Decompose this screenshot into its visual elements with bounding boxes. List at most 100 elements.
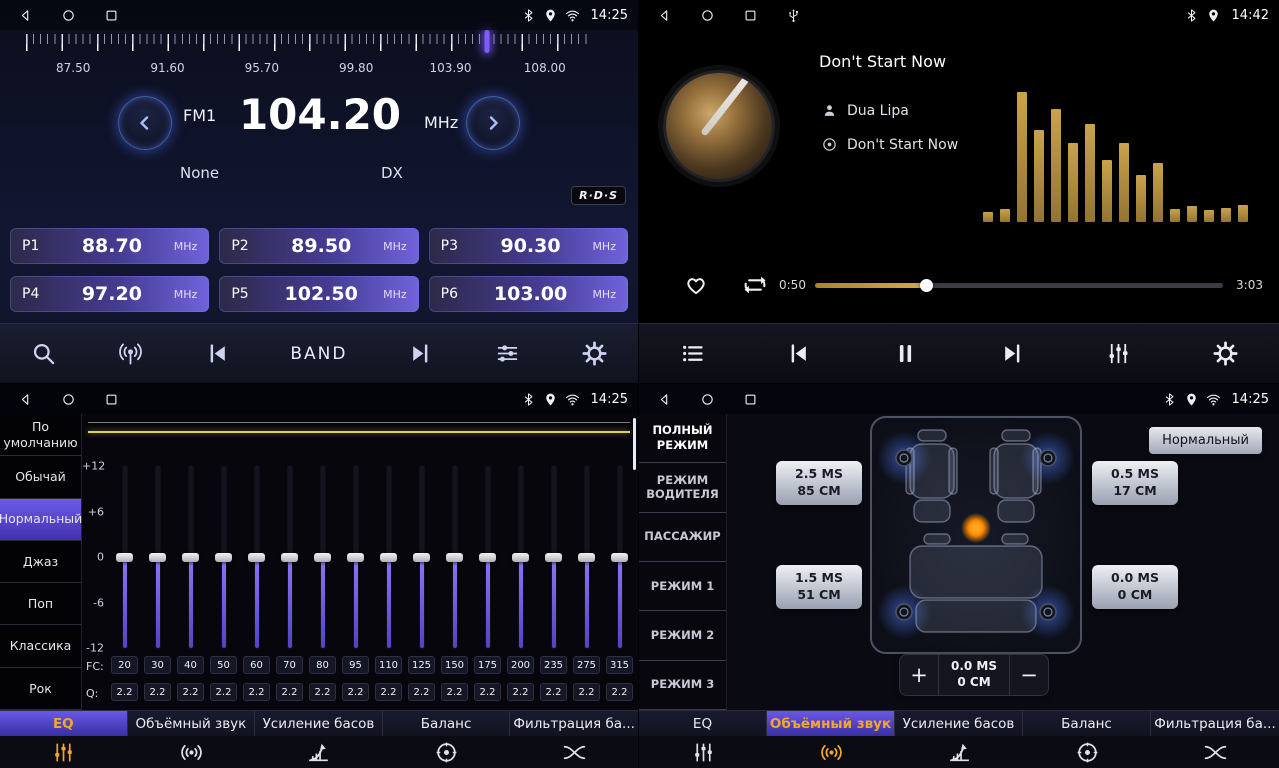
dsp-tab-label[interactable]: Баланс [1023, 710, 1151, 736]
dsp-tab[interactable]: Баланс [1023, 710, 1151, 768]
bass-boost-icon[interactable] [255, 736, 383, 768]
settings-gear-icon[interactable] [1212, 340, 1239, 367]
preset-P1[interactable]: P1 88.70 MHz [10, 228, 209, 264]
preset-P4[interactable]: P4 97.20 MHz [10, 276, 209, 312]
profile-button[interactable]: Нормальный [1149, 427, 1262, 454]
eq-band-slider[interactable] [372, 466, 405, 648]
increase-delay-button[interactable]: + [900, 655, 938, 695]
listening-mode[interactable]: РЕЖИМ 1 [639, 562, 726, 611]
dsp-tab[interactable]: Объёмный звук [128, 710, 256, 768]
balance-icon[interactable] [1023, 736, 1151, 768]
bass-boost-icon[interactable] [895, 736, 1023, 768]
settings-gear-icon[interactable] [581, 340, 608, 367]
nav-recents-icon[interactable] [104, 8, 119, 23]
pause-icon[interactable] [892, 340, 919, 367]
eq-band-slider[interactable] [108, 466, 141, 648]
mixer-icon[interactable] [639, 736, 767, 768]
nav-recents-icon[interactable] [743, 392, 758, 407]
eq-slider-handle[interactable] [215, 553, 232, 562]
delay-front-right[interactable]: 0.5 MS 17 CM [1092, 461, 1178, 505]
eq-preset[interactable]: Нормальный [0, 499, 81, 541]
dsp-tab-label[interactable]: Объёмный звук [128, 710, 256, 736]
prev-track-icon[interactable] [785, 340, 812, 367]
eq-band-slider[interactable] [405, 466, 438, 648]
delay-rear-right[interactable]: 0.0 MS 0 CM [1092, 565, 1178, 609]
dsp-tab-label[interactable]: Усиление басов [255, 710, 383, 736]
eq-slider-handle[interactable] [446, 553, 463, 562]
eq-slider-handle[interactable] [248, 553, 265, 562]
eq-band-slider[interactable] [174, 466, 207, 648]
search-icon[interactable] [30, 340, 57, 367]
balance-icon[interactable] [383, 736, 511, 768]
nav-back-icon[interactable] [657, 392, 672, 407]
prev-station-icon[interactable] [204, 340, 231, 367]
seek-bar[interactable] [815, 283, 1223, 288]
eq-band-slider[interactable] [504, 466, 537, 648]
preset-P2[interactable]: P2 89.50 MHz [219, 228, 418, 264]
nav-back-icon[interactable] [657, 8, 672, 23]
nav-home-icon[interactable] [61, 8, 76, 23]
eq-band-slider[interactable] [603, 466, 636, 648]
frequency-scale[interactable]: 87.5091.6095.7099.80103.90108.00 [26, 34, 592, 80]
nav-home-icon[interactable] [700, 392, 715, 407]
next-station-icon[interactable] [407, 340, 434, 367]
eq-preset[interactable]: Обычай [0, 456, 81, 498]
dsp-tab-label[interactable]: Фильтрация ба... [1151, 710, 1279, 736]
eq-slider-handle[interactable] [479, 553, 496, 562]
nav-recents-icon[interactable] [104, 392, 119, 407]
eq-band-slider[interactable] [141, 466, 174, 648]
eq-slider-handle[interactable] [116, 553, 133, 562]
preset-P6[interactable]: P6 103.00 MHz [429, 276, 628, 312]
filter-icon[interactable] [1151, 736, 1279, 768]
eq-slider-handle[interactable] [611, 553, 628, 562]
nav-home-icon[interactable] [61, 392, 76, 407]
dsp-tab-label[interactable]: EQ [639, 710, 767, 736]
listening-mode[interactable]: ПАССАЖИР [639, 513, 726, 562]
eq-band-slider[interactable] [273, 466, 306, 648]
eq-slider-handle[interactable] [413, 553, 430, 562]
mixer-icon[interactable] [1105, 340, 1132, 367]
eq-slider-handle[interactable] [182, 553, 199, 562]
eq-slider-handle[interactable] [149, 553, 166, 562]
eq-band-slider[interactable] [240, 466, 273, 648]
next-track-icon[interactable] [999, 340, 1026, 367]
delay-rear-left[interactable]: 1.5 MS 51 CM [776, 565, 862, 609]
radio-scan-icon[interactable] [117, 340, 144, 367]
eq-slider-handle[interactable] [281, 553, 298, 562]
eq-preset[interactable]: По умолчанию [0, 414, 81, 456]
seek-knob[interactable] [920, 279, 933, 292]
nav-back-icon[interactable] [18, 392, 33, 407]
surround-icon[interactable] [767, 736, 895, 768]
dsp-tab-label[interactable]: Баланс [383, 710, 511, 736]
delay-front-left[interactable]: 2.5 MS 85 CM [776, 461, 862, 505]
dsp-tab-label[interactable]: Фильтрация ба... [510, 710, 638, 736]
eq-preset[interactable]: Классика [0, 625, 81, 667]
preset-P5[interactable]: P5 102.50 MHz [219, 276, 418, 312]
sliders-icon[interactable] [494, 340, 521, 367]
eq-band-slider[interactable] [570, 466, 603, 648]
nav-home-icon[interactable] [700, 8, 715, 23]
dsp-tab[interactable]: EQ [0, 710, 128, 768]
eq-slider-handle[interactable] [512, 553, 529, 562]
eq-slider-handle[interactable] [380, 553, 397, 562]
dsp-tab[interactable]: Фильтрация ба... [1151, 710, 1279, 768]
eq-preset[interactable]: Джаз [0, 541, 81, 583]
usb-icon[interactable] [786, 8, 801, 23]
eq-band-slider[interactable] [306, 466, 339, 648]
dsp-tab-label[interactable]: EQ [0, 710, 128, 736]
decrease-delay-button[interactable]: − [1010, 655, 1048, 695]
listening-mode[interactable]: РЕЖИМ ВОДИТЕЛЯ [639, 463, 726, 512]
listening-mode[interactable]: РЕЖИМ 3 [639, 661, 726, 710]
nav-back-icon[interactable] [18, 8, 33, 23]
dsp-tab[interactable]: Усиление басов [255, 710, 383, 768]
listening-mode[interactable]: ПОЛНЫЙ РЕЖИМ [639, 414, 726, 463]
dsp-tab-label[interactable]: Усиление басов [895, 710, 1023, 736]
preset-P3[interactable]: P3 90.30 MHz [429, 228, 628, 264]
eq-slider-handle[interactable] [545, 553, 562, 562]
eq-slider-handle[interactable] [347, 553, 364, 562]
eq-band-slider[interactable] [207, 466, 240, 648]
eq-slider-handle[interactable] [314, 553, 331, 562]
eq-preset[interactable]: Рок [0, 668, 81, 710]
eq-band-slider[interactable] [537, 466, 570, 648]
playlist-icon[interactable] [679, 340, 706, 367]
